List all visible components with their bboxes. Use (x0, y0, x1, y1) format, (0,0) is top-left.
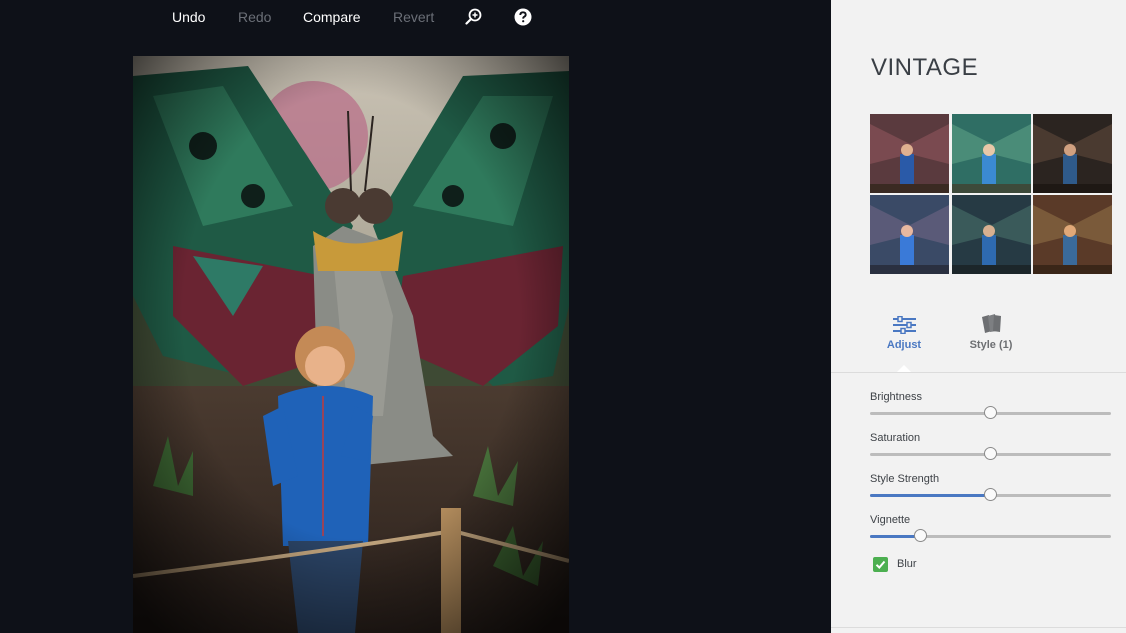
check-icon (875, 560, 886, 569)
revert-button[interactable]: Revert (393, 9, 434, 25)
panel-tabs: Adjust Style (1) (831, 308, 1126, 373)
undo-button[interactable]: Undo (172, 9, 205, 25)
redo-button[interactable]: Redo (238, 9, 271, 25)
divider (831, 627, 1126, 628)
style-strength-label: Style Strength (870, 473, 940, 485)
style-thumbnail[interactable] (870, 114, 949, 193)
blur-checkbox[interactable] (873, 557, 888, 572)
slider-knob[interactable] (983, 406, 997, 419)
slider-knob[interactable] (983, 447, 997, 460)
tab-style[interactable]: Style (1) (956, 308, 1026, 358)
style-thumbnail[interactable] (870, 195, 949, 274)
vignette-slider[interactable] (870, 529, 1111, 542)
blur-label: Blur (897, 558, 917, 570)
style-thumbnail[interactable] (952, 114, 1031, 193)
cards-icon (979, 313, 1004, 340)
style-thumbnail[interactable] (1033, 195, 1112, 274)
zoom-icon[interactable] (465, 8, 483, 26)
saturation-label: Saturation (870, 432, 921, 444)
slider-knob[interactable] (983, 488, 997, 501)
style-thumbnail[interactable] (952, 195, 1031, 274)
effects-panel: VINTAGE Adjust Style (1) Brightness Satu… (831, 0, 1126, 633)
style-thumbnails (870, 114, 1113, 276)
sliders-icon (892, 315, 917, 339)
brightness-label: Brightness (870, 391, 922, 403)
photo-canvas[interactable] (133, 56, 569, 633)
saturation-slider[interactable] (870, 447, 1111, 460)
editor-area: Undo Redo Compare Revert (0, 0, 831, 633)
tab-style-label: Style (1) (969, 339, 1013, 351)
vignette-label: Vignette (870, 514, 911, 526)
style-thumbnail[interactable] (1033, 114, 1112, 193)
panel-title: VINTAGE (871, 54, 979, 81)
brightness-slider[interactable] (870, 406, 1111, 419)
slider-knob[interactable] (913, 529, 927, 542)
help-icon[interactable] (514, 8, 532, 26)
toolbar: Undo Redo Compare Revert (0, 0, 831, 36)
tab-adjust[interactable]: Adjust (869, 308, 939, 358)
style-strength-slider[interactable] (870, 488, 1111, 501)
adjust-controls: Brightness Saturation Style Strength Vig… (831, 373, 1126, 633)
slider-fill (870, 494, 991, 497)
compare-button[interactable]: Compare (303, 9, 361, 25)
tab-adjust-label: Adjust (886, 339, 922, 351)
